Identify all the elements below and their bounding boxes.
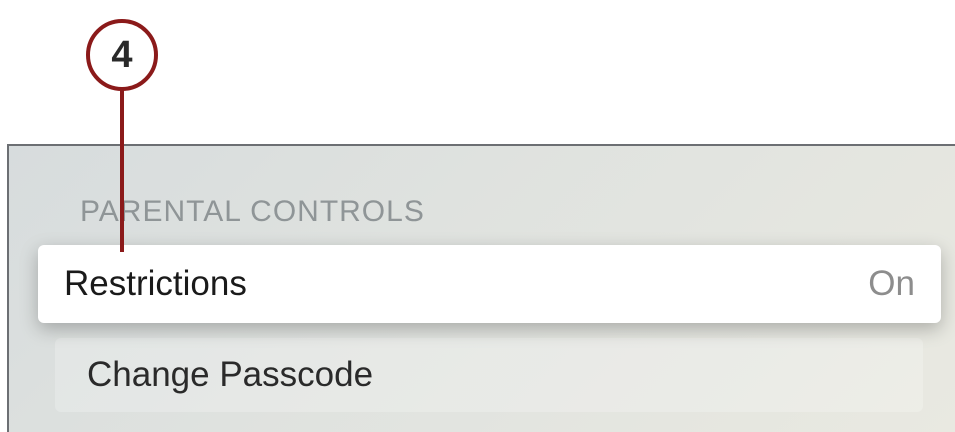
restrictions-row[interactable]: Restrictions On [38,245,941,323]
change-passcode-row[interactable]: Change Passcode [55,338,923,412]
tv-settings-screen: PARENTAL CONTROLS Restrictions On Change… [7,144,955,432]
change-passcode-label: Change Passcode [87,355,374,394]
step-callout-badge: 4 [86,19,158,91]
restrictions-value: On [868,264,915,303]
restrictions-label: Restrictions [64,264,247,303]
section-header: PARENTAL CONTROLS [80,195,425,228]
step-number: 4 [111,34,133,76]
callout-pointer-line [120,90,124,252]
